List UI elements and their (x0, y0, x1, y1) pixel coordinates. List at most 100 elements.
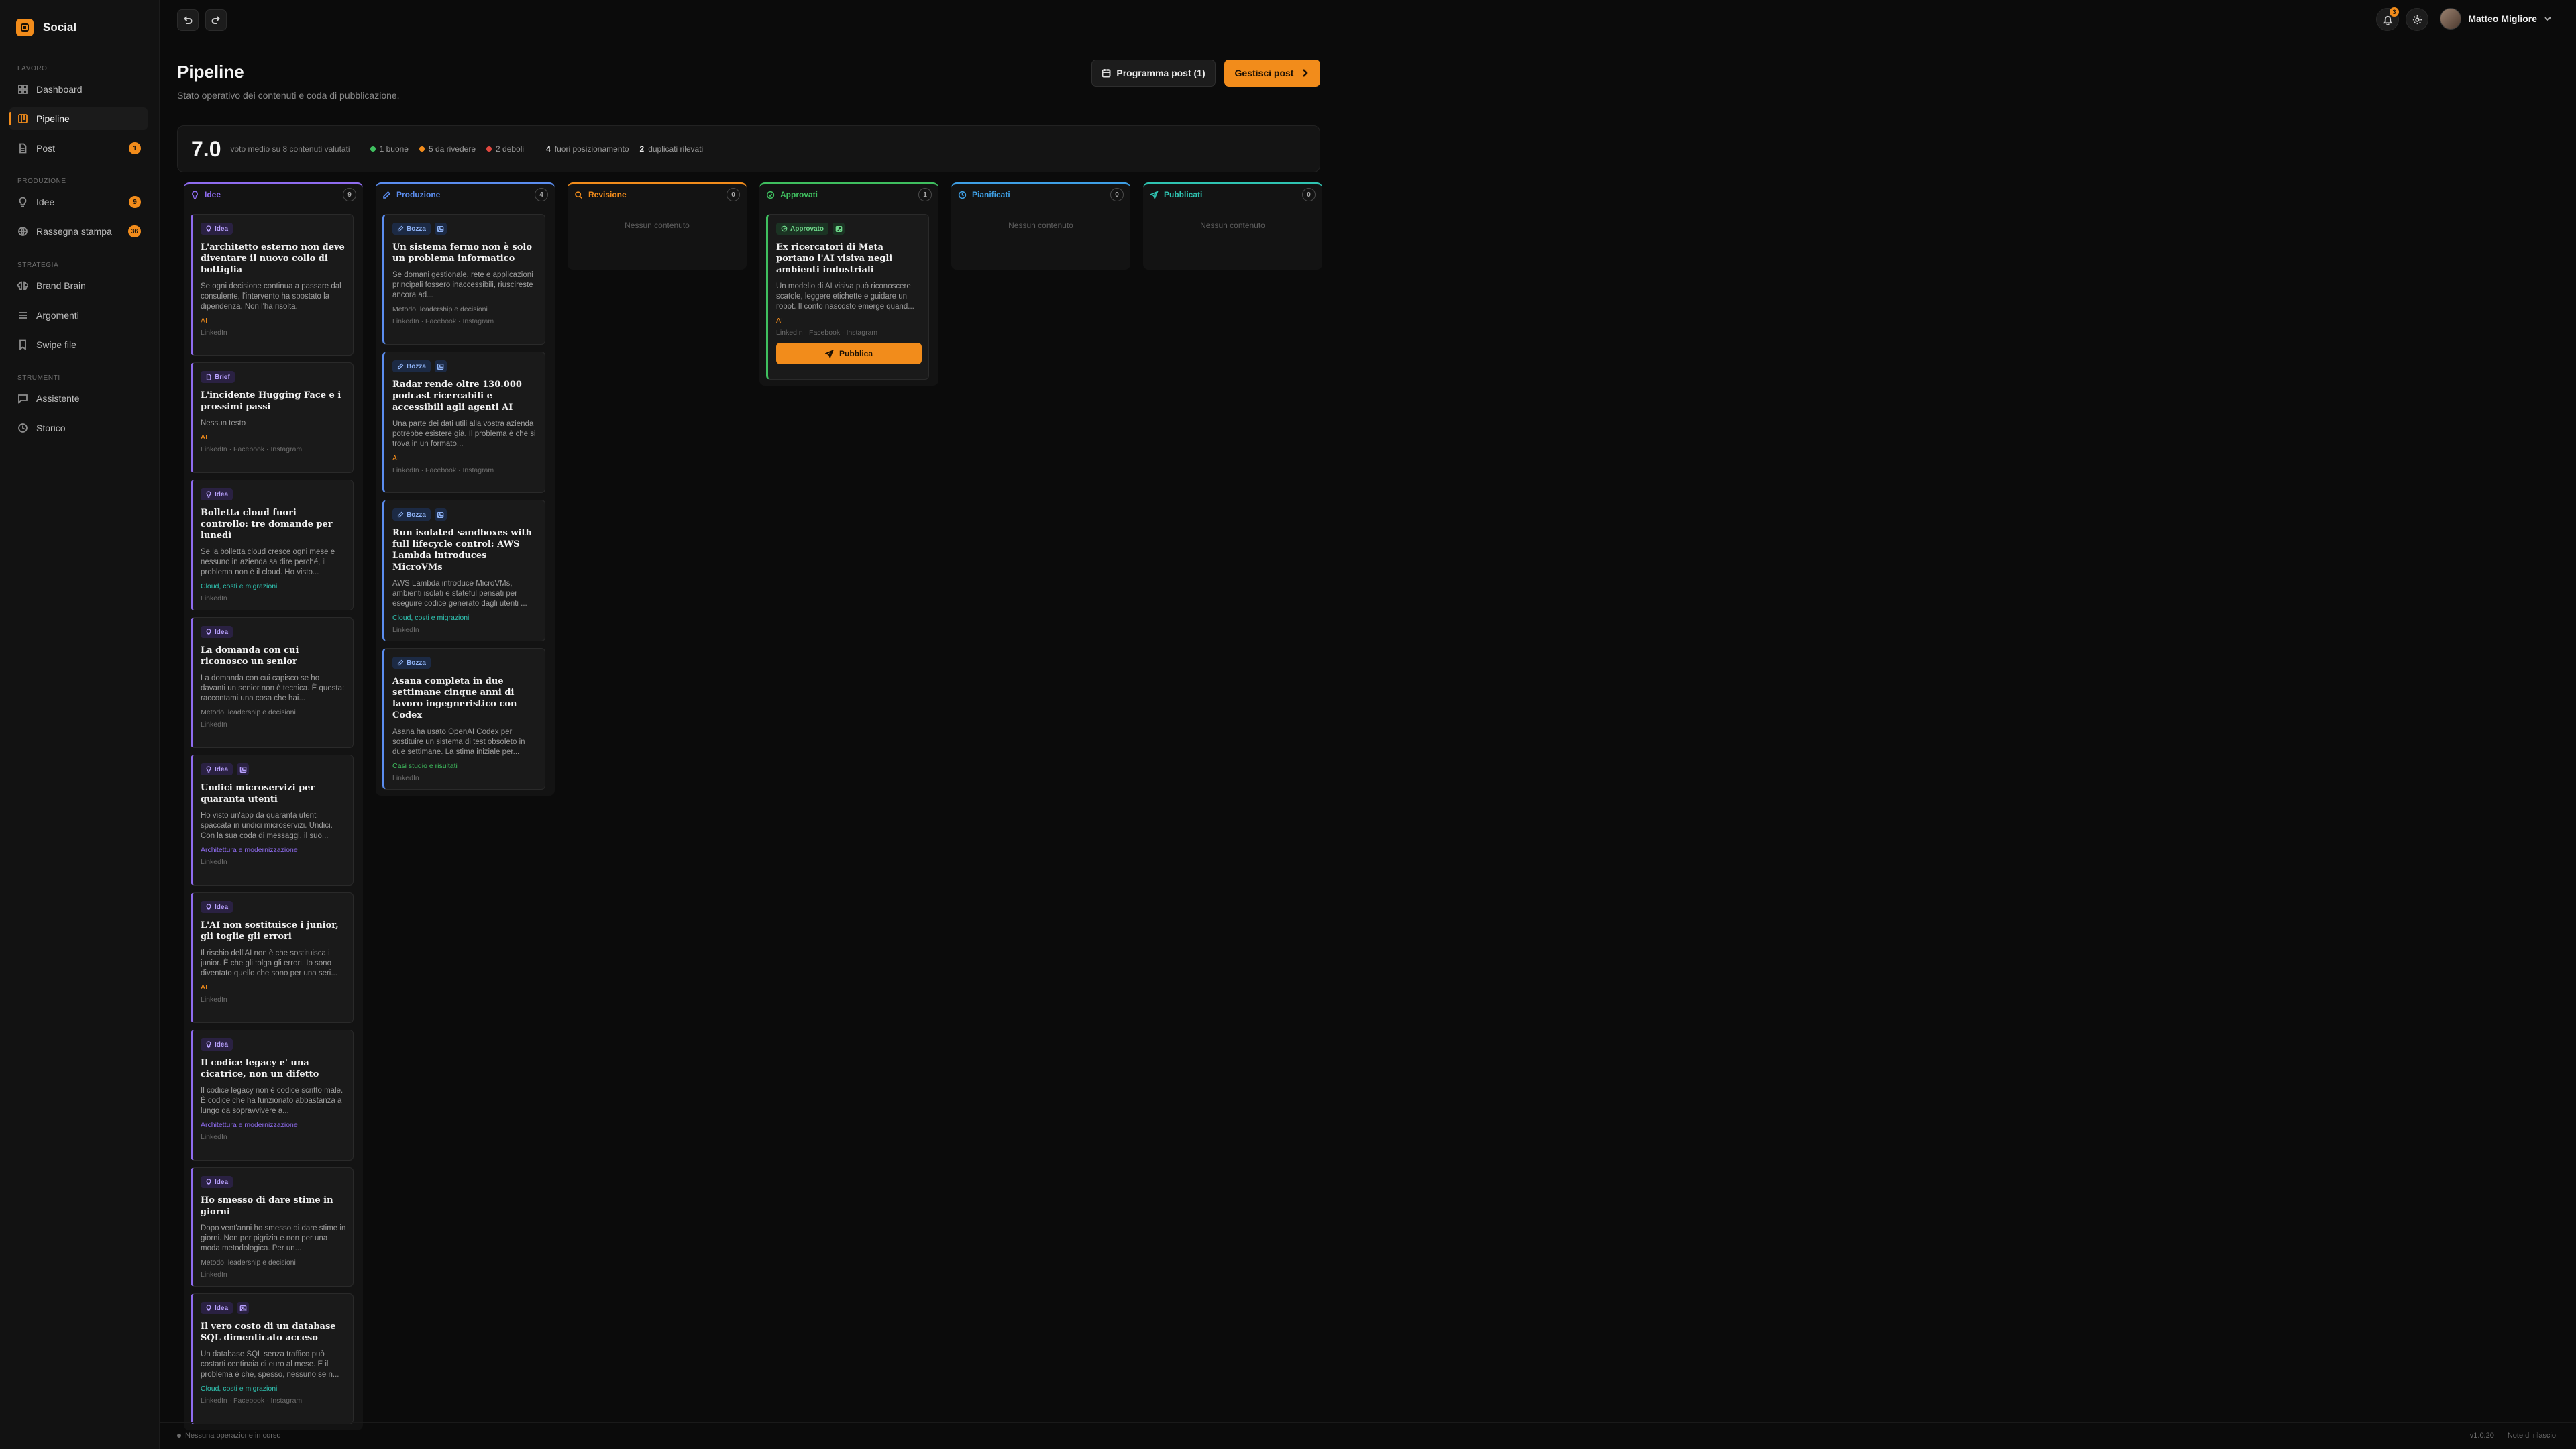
sidebar-item-idee[interactable]: Idee 9 (9, 191, 148, 213)
card-topic: Cloud, costi e migrazioni (201, 582, 278, 590)
content-card[interactable]: Bozza Asana completa in due settimane cin… (382, 648, 545, 790)
chat-icon (17, 393, 28, 404)
empty-state: Nessun contenuto (1200, 221, 1265, 230)
card-title: L'AI non sostituisce i junior, gli togli… (201, 920, 339, 942)
nav-section-title: PRODUZIONE (17, 178, 66, 185)
brand-name: Social (43, 21, 77, 34)
sidebar-item-label: Argomenti (36, 310, 79, 321)
lightbulb-icon (192, 190, 198, 199)
card-excerpt: Se la bolletta cloud cresce ogni mese e … (201, 548, 335, 576)
sidebar-item-label: Post (36, 143, 56, 154)
card-excerpt: Se domani gestionale, rete e applicazion… (392, 271, 533, 299)
stat-review[interactable]: 5 da rivedere (419, 144, 476, 154)
status-badge: Bozza (392, 508, 431, 521)
card-topic: AI (776, 317, 783, 325)
schedule-posts-button[interactable]: Programma post (1) (1091, 60, 1216, 87)
stat-weak[interactable]: 2 deboli (486, 144, 524, 154)
sidebar-item-post[interactable]: Post 1 (9, 137, 148, 160)
page-subtitle: Stato operativo dei contenuti e coda di … (177, 90, 400, 101)
manage-posts-button[interactable]: Gestisci post (1224, 60, 1320, 87)
redo-button[interactable] (205, 9, 227, 31)
has-image-badge (833, 223, 845, 235)
column-title: Pubblicati (1164, 190, 1203, 199)
column-header[interactable]: Pianificati 0 (951, 184, 1130, 205)
sidebar-item-storico[interactable]: Storico (9, 417, 148, 439)
send-icon (824, 349, 834, 358)
column-header[interactable]: Revisione 0 (568, 184, 747, 205)
content-card[interactable]: Approvato Ex ricercatori di Meta portano … (766, 214, 929, 380)
column-header[interactable]: Idee 9 (184, 184, 363, 205)
content-card[interactable]: Idea L'AI non sostituisce i junior, gli t… (191, 892, 354, 1023)
undo-button[interactable] (177, 9, 199, 31)
sidebar-item-rassegna-stampa[interactable]: Rassegna stampa 36 (9, 220, 148, 243)
card-channels: LinkedIn (201, 329, 227, 337)
card-channels: LinkedIn · Facebook · Instagram (392, 466, 494, 474)
content-card[interactable]: Brief L'incidente Hugging Face e i prossi… (191, 362, 354, 473)
status-badge-label: Idea (215, 225, 229, 233)
content-card[interactable]: Idea Il codice legacy e' una cicatrice, n… (191, 1030, 354, 1161)
sidebar-item-swipe-file[interactable]: Swipe file (9, 333, 148, 356)
sidebar-item-assistente[interactable]: Assistente (9, 387, 148, 410)
card-title: L'incidente Hugging Face e i prossimi pa… (201, 390, 341, 412)
stat-good[interactable]: 1 buone (370, 144, 409, 154)
nav-section-title: STRUMENTI (17, 374, 60, 382)
content-card[interactable]: Idea Undici microservizi per quaranta ute… (191, 755, 354, 885)
stat-off-positioning[interactable]: 4 fuori posizionamento (546, 144, 629, 154)
content-card[interactable]: Idea L'architetto esterno non deve divent… (191, 214, 354, 356)
card-channels: LinkedIn (201, 720, 227, 729)
has-image-badge (434, 223, 447, 235)
content-card[interactable]: Idea Bolletta cloud fuori controllo: tre … (191, 480, 354, 610)
user-menu[interactable]: Matteo Migliore (2440, 8, 2552, 30)
user-name: Matteo Migliore (2468, 13, 2537, 24)
kanban-icon (17, 113, 28, 124)
column-pianificati: Pianificati 0 Nessun contenuto (951, 182, 1130, 270)
content-card[interactable]: Bozza Run isolated sandboxes with full li… (382, 500, 545, 641)
has-image-badge (237, 763, 250, 775)
document-icon (17, 143, 28, 154)
card-channels: LinkedIn (392, 774, 419, 782)
publish-button[interactable]: Pubblica (776, 343, 922, 364)
column-count: 0 (1302, 188, 1316, 201)
column-header[interactable]: Produzione 4 (376, 184, 555, 205)
content-card[interactable]: Bozza Un sistema fermo non è solo un prob… (382, 214, 545, 345)
grid-icon (17, 84, 28, 95)
settings-button[interactable] (2406, 8, 2428, 31)
column-revisione: Revisione 0 Nessun contenuto (568, 182, 747, 270)
content-card[interactable]: Idea Il vero costo di un database SQL dim… (191, 1293, 354, 1424)
column-title: Idee (205, 190, 221, 199)
column-header[interactable]: Pubblicati 0 (1143, 184, 1322, 205)
status-badge-label: Idea (215, 903, 229, 911)
sidebar-item-label: Swipe file (36, 339, 76, 350)
notifications-button[interactable]: 3 (2376, 7, 2399, 31)
card-channels: LinkedIn (201, 594, 227, 602)
sidebar-item-dashboard[interactable]: Dashboard (9, 78, 148, 101)
list-icon (17, 310, 28, 321)
topbar: 3 Matteo Migliore (160, 0, 2576, 40)
schedule-posts-label: Programma post (1) (1116, 68, 1205, 78)
page-title: Pipeline (177, 62, 244, 82)
card-excerpt: Una parte dei dati utili alla vostra azi… (392, 420, 536, 448)
publish-label: Pubblica (839, 349, 873, 358)
release-notes-link[interactable]: Note di rilascio (2508, 1432, 2556, 1440)
column-title: Revisione (588, 190, 627, 199)
sidebar-item-pipeline[interactable]: Pipeline (9, 107, 148, 130)
column-header[interactable]: Approvati 1 (759, 184, 938, 205)
search-icon (575, 191, 582, 199)
average-score: 7.0 (191, 136, 221, 161)
sidebar-item-argomenti[interactable]: Argomenti (9, 304, 148, 327)
content-card[interactable]: Idea Ho smesso di dare stime in giorni Dop… (191, 1167, 354, 1287)
card-title: Il codice legacy e' una cicatrice, non u… (201, 1058, 319, 1079)
column-approvati: Approvati 1 Approvato Ex ricercatori di Met… (759, 182, 938, 386)
pencil-icon (397, 659, 404, 666)
stat-duplicates[interactable]: 2 duplicati rilevati (640, 144, 704, 154)
content-card[interactable]: Bozza Radar rende oltre 130.000 podcast r… (382, 352, 545, 493)
card-excerpt: La domanda con cui capisco se ho davanti… (201, 674, 345, 702)
notification-badge: 3 (2390, 7, 2399, 17)
column-count: 0 (727, 188, 740, 201)
status-badge-label: Bozza (407, 659, 426, 667)
status-badge-label: Idea (215, 490, 229, 498)
sidebar-item-brand-brain[interactable]: Brand Brain (9, 274, 148, 297)
brand[interactable]: Social (16, 19, 76, 36)
content-card[interactable]: Idea La domanda con cui riconosco un seni… (191, 617, 354, 748)
lightbulb-icon (206, 766, 211, 773)
